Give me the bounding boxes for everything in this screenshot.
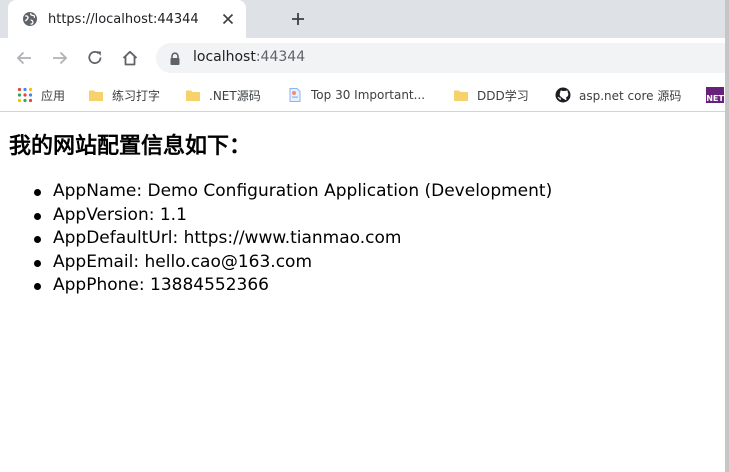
url-host: localhost <box>193 49 256 65</box>
lock-icon[interactable] <box>168 51 182 65</box>
bookmark-label: DDD学习 <box>477 88 529 103</box>
bookmark-label: asp.net core 源码 <box>579 88 682 103</box>
bookmark-label: 应用 <box>41 88 66 103</box>
folder-icon <box>453 87 469 103</box>
dotnet-logo-icon: NET <box>706 87 724 103</box>
config-item-app-version: AppVersion: 1.1 <box>33 204 552 228</box>
config-item-app-default-url: AppDefaultUrl: https://www.tianmao.com <box>33 227 552 251</box>
folder-icon <box>185 87 201 103</box>
tab-title: https://localhost:44344 <box>48 11 199 27</box>
page-icon <box>287 87 303 103</box>
browser-tab[interactable]: https://localhost:44344 <box>8 0 246 38</box>
back-arrow-icon[interactable] <box>12 46 36 70</box>
page-heading: 我的网站配置信息如下： <box>9 134 252 159</box>
new-tab-plus-icon[interactable] <box>287 8 309 30</box>
dotnet-badge-text: NET <box>706 94 724 103</box>
bookmark-dotnet-overflow[interactable]: NET <box>706 85 724 105</box>
bookmarks-bar: 应用 练习打字 .NET源码 Top 30 Important... DDD学习… <box>0 78 725 112</box>
address-url: localhost:44344 <box>193 49 305 65</box>
bookmark-net-source[interactable]: .NET源码 <box>185 85 261 105</box>
config-item-app-name: AppName: Demo Configuration Application … <box>33 180 552 204</box>
globe-icon <box>22 11 38 27</box>
config-item-app-email: AppEmail: hello.cao@163.com <box>33 251 552 275</box>
bookmark-top-30[interactable]: Top 30 Important... <box>287 85 425 105</box>
reload-icon[interactable] <box>83 46 107 70</box>
bookmark-typing-practice[interactable]: 练习打字 <box>88 85 160 105</box>
window-edge <box>725 0 729 472</box>
forward-arrow-icon[interactable] <box>48 46 72 70</box>
close-tab-icon[interactable] <box>220 11 236 27</box>
config-list: AppName: Demo Configuration Application … <box>33 180 552 298</box>
folder-icon <box>88 87 104 103</box>
address-bar[interactable]: localhost:44344 <box>156 43 729 73</box>
home-icon[interactable] <box>118 46 142 70</box>
bookmark-ddd[interactable]: DDD学习 <box>453 85 529 105</box>
browser-toolbar: localhost:44344 <box>0 38 729 78</box>
bookmark-label: .NET源码 <box>209 88 261 103</box>
github-icon <box>555 87 571 103</box>
page-content: 我的网站配置信息如下： AppName: Demo Configuration … <box>0 112 725 472</box>
url-port: :44344 <box>255 49 306 65</box>
tab-strip: https://localhost:44344 <box>0 0 725 38</box>
config-item-app-phone: AppPhone: 13884552366 <box>33 274 552 298</box>
bookmark-label: Top 30 Important... <box>311 88 426 102</box>
bookmark-aspnet-core-source[interactable]: asp.net core 源码 <box>555 85 681 105</box>
bookmark-label: 练习打字 <box>112 88 161 103</box>
bookmark-apps[interactable]: 应用 <box>17 85 65 105</box>
apps-grid-icon <box>17 87 33 103</box>
